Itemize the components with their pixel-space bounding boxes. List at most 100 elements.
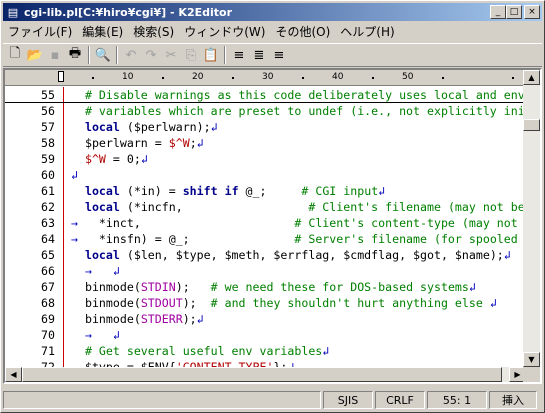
code-line[interactable]: 64 → *insfn) = @_; # Server's filename (f… <box>5 231 526 247</box>
code-line[interactable]: 60 ↲ <box>5 167 526 183</box>
line-text: # variables which are preset to undef (i… <box>84 104 526 118</box>
print-icon[interactable]: 🖶 <box>65 45 85 65</box>
line-text: # Disable warnings as this code delibera… <box>84 88 526 102</box>
code-lines[interactable]: 55 # Disable warnings as this code delib… <box>5 87 526 367</box>
minimize-button[interactable]: _ <box>490 5 506 19</box>
line-number: 65 <box>41 248 55 262</box>
redo-icon[interactable]: ↷ <box>141 45 161 65</box>
line-text: local ($len, $type, $meth, $errflag, $cm… <box>84 248 511 262</box>
line-number: 61 <box>41 184 55 198</box>
code-line[interactable]: 66 → ↲ <box>5 263 526 279</box>
copy-icon[interactable]: ⎘ <box>181 45 201 65</box>
menu-bar: ファイル(F) 編集(E) 検索(S) ウィンドウ(W) その他(O) ヘルプ(… <box>3 22 400 41</box>
menu-window[interactable]: ウィンドウ(W) <box>179 23 270 40</box>
ruler-tick <box>92 77 94 79</box>
line-text: local (*incfn, # Client's filename (may … <box>84 200 525 214</box>
code-line[interactable]: 69 binmode(STDERR);↲ <box>5 311 526 327</box>
code-line[interactable]: 56 # variables which are preset to undef… <box>5 103 526 119</box>
ruler-cursor-marker <box>58 71 64 82</box>
line-number: 66 <box>41 264 55 278</box>
text-editor[interactable]: 10 20 30 40 50 55 # Disable warnings as … <box>3 68 542 384</box>
line-number: 64 <box>41 232 55 246</box>
scroll-down-button[interactable]: ▼ <box>523 352 540 367</box>
ruler-tick <box>512 77 514 79</box>
ruler-tick <box>302 77 304 79</box>
line-text: binmode(STDERR);↲ <box>71 312 204 326</box>
toolbar: 🗋 📂 ▪ 🖶 🔍 ↶ ↷ ✂ ⎘ 📋 ≡ ≣ ≡ <box>3 43 542 67</box>
line-text: $type = $ENV{'CONTENT_TYPE'};↲ <box>71 360 295 367</box>
code-line[interactable]: 57 local ($perlwarn);↲ <box>5 119 526 135</box>
toolbar-separator <box>116 46 118 64</box>
code-line[interactable]: 63 → *inct, # Client's content-type (may … <box>5 215 526 231</box>
status-message <box>3 391 321 409</box>
ruler-mark: 50 <box>402 72 414 82</box>
open-folder-icon[interactable]: 📂 <box>25 45 45 65</box>
line-text: → *inct, # Client's content-type (may no… <box>71 216 526 230</box>
menu-edit[interactable]: 編集(E) <box>77 23 128 40</box>
undo-icon[interactable]: ↶ <box>121 45 141 65</box>
line-number: 72 <box>41 360 55 367</box>
scroll-up-button[interactable]: ▲ <box>523 70 540 85</box>
ruler-mark: 30 <box>262 72 274 82</box>
title-bar[interactable]: ▤ cgi-lib.pl[C:¥hiro¥cgi¥] - K2Editor _ … <box>3 3 542 21</box>
menu-file[interactable]: ファイル(F) <box>3 23 77 40</box>
code-line[interactable]: 67 binmode(STDIN); # we need these for D… <box>5 279 526 295</box>
code-line[interactable]: 72 $type = $ENV{'CONTENT_TYPE'};↲ <box>5 359 526 367</box>
maximize-button[interactable]: □ <box>506 5 522 19</box>
status-encoding[interactable]: SJIS <box>323 391 373 409</box>
line-text: binmode(STDIN); # we need these for DOS-… <box>71 280 476 294</box>
code-line[interactable]: 59 $^W = 0;↲ <box>5 151 526 167</box>
align-right-icon[interactable]: ≡ <box>269 45 289 65</box>
status-insert-mode[interactable]: 挿入 <box>489 391 537 409</box>
line-number: 63 <box>41 216 55 230</box>
code-line[interactable]: 62 local (*incfn, # Client's filename (m… <box>5 199 526 215</box>
scroll-left-button[interactable]: ◀ <box>5 367 22 382</box>
code-line[interactable]: 71 # Get several useful env variables↲ <box>5 343 526 359</box>
ruler-tick <box>162 77 164 79</box>
ruler-tick <box>372 77 374 79</box>
horizontal-scrollbar[interactable]: ◀ ▶ <box>5 367 526 382</box>
line-number: 69 <box>41 312 55 326</box>
line-number: 59 <box>41 152 55 166</box>
toolbar-separator <box>88 46 90 64</box>
paste-icon[interactable]: 📋 <box>201 45 221 65</box>
menu-help[interactable]: ヘルプ(H) <box>335 23 399 40</box>
line-text: → *insfn) = @_; # Server's filename (for… <box>71 232 526 246</box>
vertical-scrollbar[interactable]: ▲ ▼ <box>523 70 540 367</box>
line-number: 57 <box>41 120 55 134</box>
horizontal-scroll-thumb[interactable] <box>22 367 502 382</box>
code-line[interactable]: 61 local (*in) = shift if @_; # CGI inpu… <box>5 183 526 199</box>
code-line[interactable]: 68 binmode(STDOUT); # and they shouldn't… <box>5 295 526 311</box>
status-cursor-position: 55: 1 <box>427 391 487 409</box>
line-number: 70 <box>41 328 55 342</box>
line-number: 55 <box>41 88 55 102</box>
save-icon[interactable]: ▪ <box>45 45 65 65</box>
new-file-icon[interactable]: 🗋 <box>5 45 25 65</box>
menu-search[interactable]: 検索(S) <box>128 23 179 40</box>
line-text: $^W = 0;↲ <box>84 152 148 166</box>
scrollbar-corner <box>523 367 540 382</box>
window-title: cgi-lib.pl[C:¥hiro¥cgi¥] - K2Editor <box>24 5 233 19</box>
code-line[interactable]: 55 # Disable warnings as this code delib… <box>5 87 526 103</box>
line-number: 62 <box>41 200 55 214</box>
align-center-icon[interactable]: ≣ <box>249 45 269 65</box>
line-text: local ($perlwarn);↲ <box>84 120 218 134</box>
close-button[interactable]: × <box>524 5 540 19</box>
status-bar: SJIS CRLF 55: 1 挿入 <box>3 390 542 410</box>
ruler-mark: 20 <box>192 72 204 82</box>
menu-other[interactable]: その他(O) <box>270 23 335 40</box>
app-window: ▤ cgi-lib.pl[C:¥hiro¥cgi¥] - K2Editor _ … <box>0 0 545 413</box>
line-number: 67 <box>41 280 55 294</box>
line-number: 58 <box>41 136 55 150</box>
code-line[interactable]: 65 local ($len, $type, $meth, $errflag, … <box>5 247 526 263</box>
cut-icon[interactable]: ✂ <box>161 45 181 65</box>
code-line[interactable]: 58 $perlwarn = $^W;↲ <box>5 135 526 151</box>
line-text: # Get several useful env variables↲ <box>84 344 330 358</box>
code-line[interactable]: 70 → ↲ <box>5 327 526 343</box>
find-icon[interactable]: 🔍 <box>93 45 113 65</box>
vertical-scroll-thumb[interactable] <box>523 119 540 131</box>
ruler-mark: 40 <box>332 72 344 82</box>
align-left-icon[interactable]: ≡ <box>229 45 249 65</box>
status-newline[interactable]: CRLF <box>375 391 425 409</box>
line-number: 71 <box>41 344 55 358</box>
